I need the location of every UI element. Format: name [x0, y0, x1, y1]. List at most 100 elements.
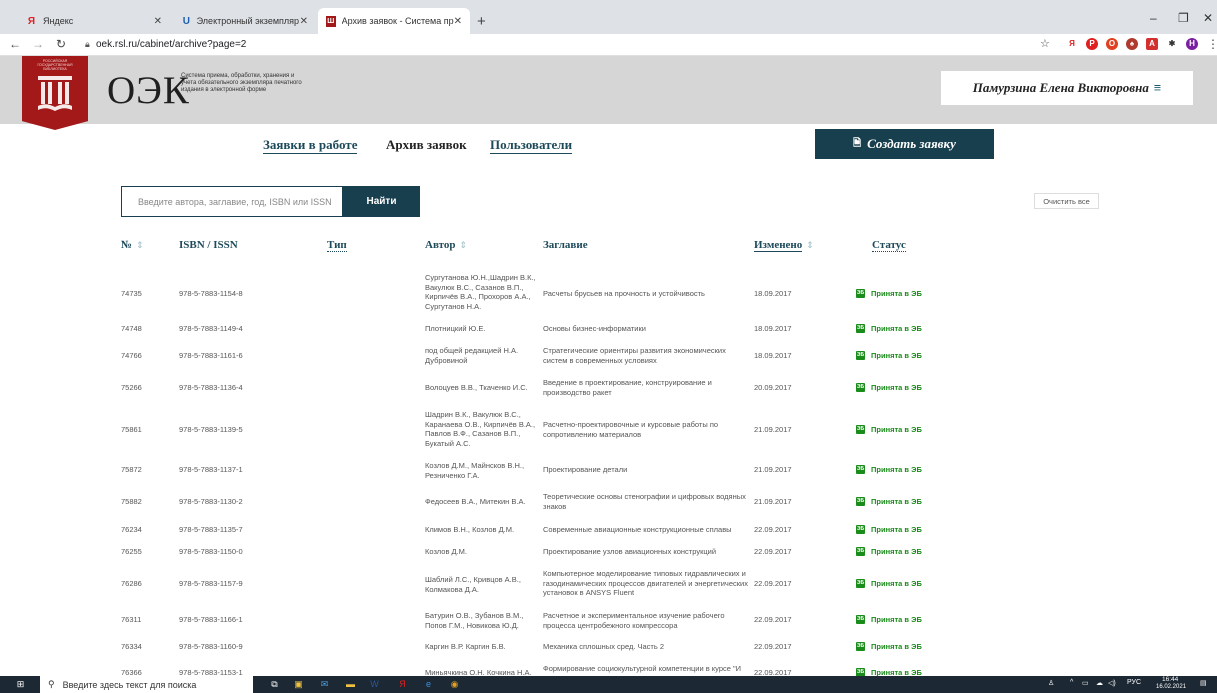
tab-title: Электронный экземпляр - Личн — [196, 16, 300, 26]
back-icon[interactable]: ← — [9, 37, 21, 51]
cell-title: Введение в проектирование, конструирован… — [543, 378, 712, 397]
nav-in-work[interactable]: Заявки в работе — [263, 137, 358, 154]
close-icon[interactable]: ✕ — [300, 16, 308, 27]
column-header-status[interactable]: Статус — [872, 239, 906, 252]
star-icon[interactable]: ☆ — [1040, 37, 1050, 50]
windows-start-icon[interactable]: ⊞ — [14, 678, 27, 691]
eb-icon: ЭБ — [856, 351, 865, 361]
cell-title: Расчетное и экспериментальное изучение р… — [543, 611, 725, 630]
notification-icon[interactable]: ▤ — [1200, 679, 1207, 687]
cell-title: Механика сплошных сред. Часть 2 — [543, 642, 665, 651]
cell-isbn: 978-5-7883-1160-9 — [179, 642, 243, 651]
forward-icon[interactable]: → — [32, 37, 44, 51]
extension-icon[interactable]: O — [1106, 38, 1118, 50]
minimize-icon[interactable]: – — [1150, 11, 1157, 25]
tray-arrow-icon[interactable]: ^ — [1070, 679, 1073, 686]
column-header-isbn: ISBN / ISSN — [179, 239, 238, 251]
extension-icon[interactable]: ♠ — [1126, 38, 1138, 50]
language-indicator[interactable]: РУС — [1127, 679, 1141, 686]
cell-title: Проектирование узлов авиационных констру… — [543, 547, 717, 556]
menu-dots-icon[interactable]: ⋮ — [1207, 37, 1217, 51]
restore-icon[interactable]: ❐ — [1178, 11, 1189, 25]
pdf-icon[interactable]: A — [1146, 38, 1158, 50]
cell-isbn: 978-5-7883-1130-2 — [179, 497, 243, 506]
sort-icon: ⇕ — [459, 240, 468, 250]
cell-author: Козлов Д.М., Майнсков В.Н., Резниченко Г… — [425, 461, 525, 480]
task-view-icon[interactable]: ⧉ — [268, 678, 281, 691]
nav-users[interactable]: Пользователи — [490, 137, 573, 154]
status-badge: ЭБ Принята в ЭБ — [856, 465, 922, 475]
profile-avatar[interactable]: H — [1186, 38, 1198, 50]
column-header-no[interactable]: № ⇕ — [121, 239, 144, 251]
cell-author: Климов В.Н., Козлов Д.М. — [425, 525, 515, 534]
cell-author: Сургутанова Ю.Н.,Шадрин В.К., Вакулюк В.… — [425, 273, 536, 311]
puzzle-icon[interactable]: ✱ — [1166, 38, 1178, 50]
cell-date: 20.09.2017 — [754, 383, 792, 392]
cell-date: 22.09.2017 — [754, 615, 792, 624]
volume-icon[interactable]: ◁) — [1108, 679, 1116, 687]
word-icon[interactable]: W — [368, 678, 381, 691]
tab-rsl[interactable]: U Электронный экземпляр - Личн ✕ — [174, 8, 316, 34]
cell-isbn: 978-5-7883-1157-9 — [179, 579, 243, 588]
cell-no: 74735 — [121, 289, 142, 298]
close-icon[interactable]: ✕ — [454, 16, 462, 27]
yandex-browser-icon[interactable]: Я — [396, 678, 409, 691]
eb-icon: ЭБ — [856, 289, 865, 299]
taskbar-search-input[interactable]: ⚲ Введите здесь текст для поиска — [40, 676, 253, 693]
cell-date: 21.09.2017 — [754, 497, 792, 506]
cloud-icon[interactable]: ☁ — [1096, 679, 1103, 687]
sort-icon: ⇕ — [806, 240, 814, 250]
close-icon[interactable]: ✕ — [154, 16, 162, 27]
clear-all-button[interactable]: Очистить все — [1034, 193, 1099, 209]
new-tab-icon[interactable]: + — [477, 13, 486, 30]
cell-no: 76334 — [121, 642, 142, 651]
clock-date[interactable]: 16.02.2021 — [1156, 684, 1186, 690]
eb-icon: ЭБ — [856, 615, 865, 625]
cell-date: 18.09.2017 — [754, 351, 792, 360]
search-input[interactable]: Введите автора, заглавие, год, ISBN или … — [121, 186, 343, 217]
column-header-title: Заглавие — [543, 239, 588, 251]
extension-icon[interactable]: Я — [1066, 38, 1078, 50]
cell-date: 21.09.2017 — [754, 425, 792, 434]
nav-archive[interactable]: Архив заявок — [386, 137, 467, 153]
cell-title: Проектирование детали — [543, 465, 628, 474]
status-badge: ЭБ Принята в ЭБ — [856, 425, 922, 435]
column-header-author[interactable]: Автор ⇕ — [425, 239, 467, 251]
window-close-icon[interactable]: ✕ — [1203, 11, 1213, 25]
status-badge: ЭБ Принята в ЭБ — [856, 351, 922, 361]
cell-title: Теоретические основы стенографии и цифро… — [543, 492, 746, 511]
status-badge: ЭБ Принята в ЭБ — [856, 383, 922, 393]
mail-icon[interactable]: ✉ — [318, 678, 331, 691]
eb-icon: ЭБ — [856, 579, 865, 589]
search-button[interactable]: Найти — [343, 186, 420, 217]
browser-tabstrip: Я Яндекс ✕ U Электронный экземпляр - Лич… — [0, 0, 1217, 34]
people-icon[interactable]: ♙ — [1048, 679, 1054, 687]
reload-icon[interactable]: ↻ — [56, 37, 66, 51]
sort-icon: ⇕ — [136, 240, 144, 250]
file-explorer-icon[interactable]: ▬ — [344, 678, 357, 691]
column-header-changed[interactable]: Изменено ⇕ — [754, 239, 814, 252]
user-menu-button[interactable]: Памурзина Елена Викторовна ≡ — [941, 71, 1193, 105]
cell-title: Компьютерное моделирование типовых гидра… — [543, 569, 748, 597]
eb-icon: ЭБ — [856, 383, 865, 393]
eb-icon: ЭБ — [856, 525, 865, 535]
status-badge: ЭБ Принята в ЭБ — [856, 615, 922, 625]
rsl-logo[interactable]: РОССИЙСКАЯ ГОСУДАРСТВЕННАЯ БИБЛИОТЕКА — [22, 56, 88, 130]
create-request-button[interactable]: 🗎︎ Создать заявку — [815, 129, 994, 159]
cell-title: Основы бизнес-информатики — [543, 324, 646, 333]
edge-icon[interactable]: e — [422, 678, 435, 691]
tab-yandex[interactable]: Я Яндекс ✕ — [18, 8, 170, 34]
status-badge: ЭБ Принята в ЭБ — [856, 497, 922, 507]
network-icon[interactable]: ▭ — [1082, 679, 1089, 687]
cell-no: 76255 — [121, 547, 142, 556]
url-field[interactable]: oek.rsl.ru/cabinet/archive?page=2 — [96, 39, 246, 50]
eb-icon: ЭБ — [856, 642, 865, 652]
status-badge: ЭБ Принята в ЭБ — [856, 642, 922, 652]
pinterest-icon[interactable]: P — [1086, 38, 1098, 50]
column-header-type[interactable]: Тип — [327, 239, 347, 252]
tab-archive[interactable]: Ш Архив заявок - Система приём ✕ — [318, 8, 470, 34]
cell-date: 22.09.2017 — [754, 547, 792, 556]
chrome-icon[interactable]: ◉ — [448, 678, 461, 691]
clock-time[interactable]: 16:44 — [1162, 676, 1178, 683]
store-icon[interactable]: ▣ — [292, 678, 305, 691]
